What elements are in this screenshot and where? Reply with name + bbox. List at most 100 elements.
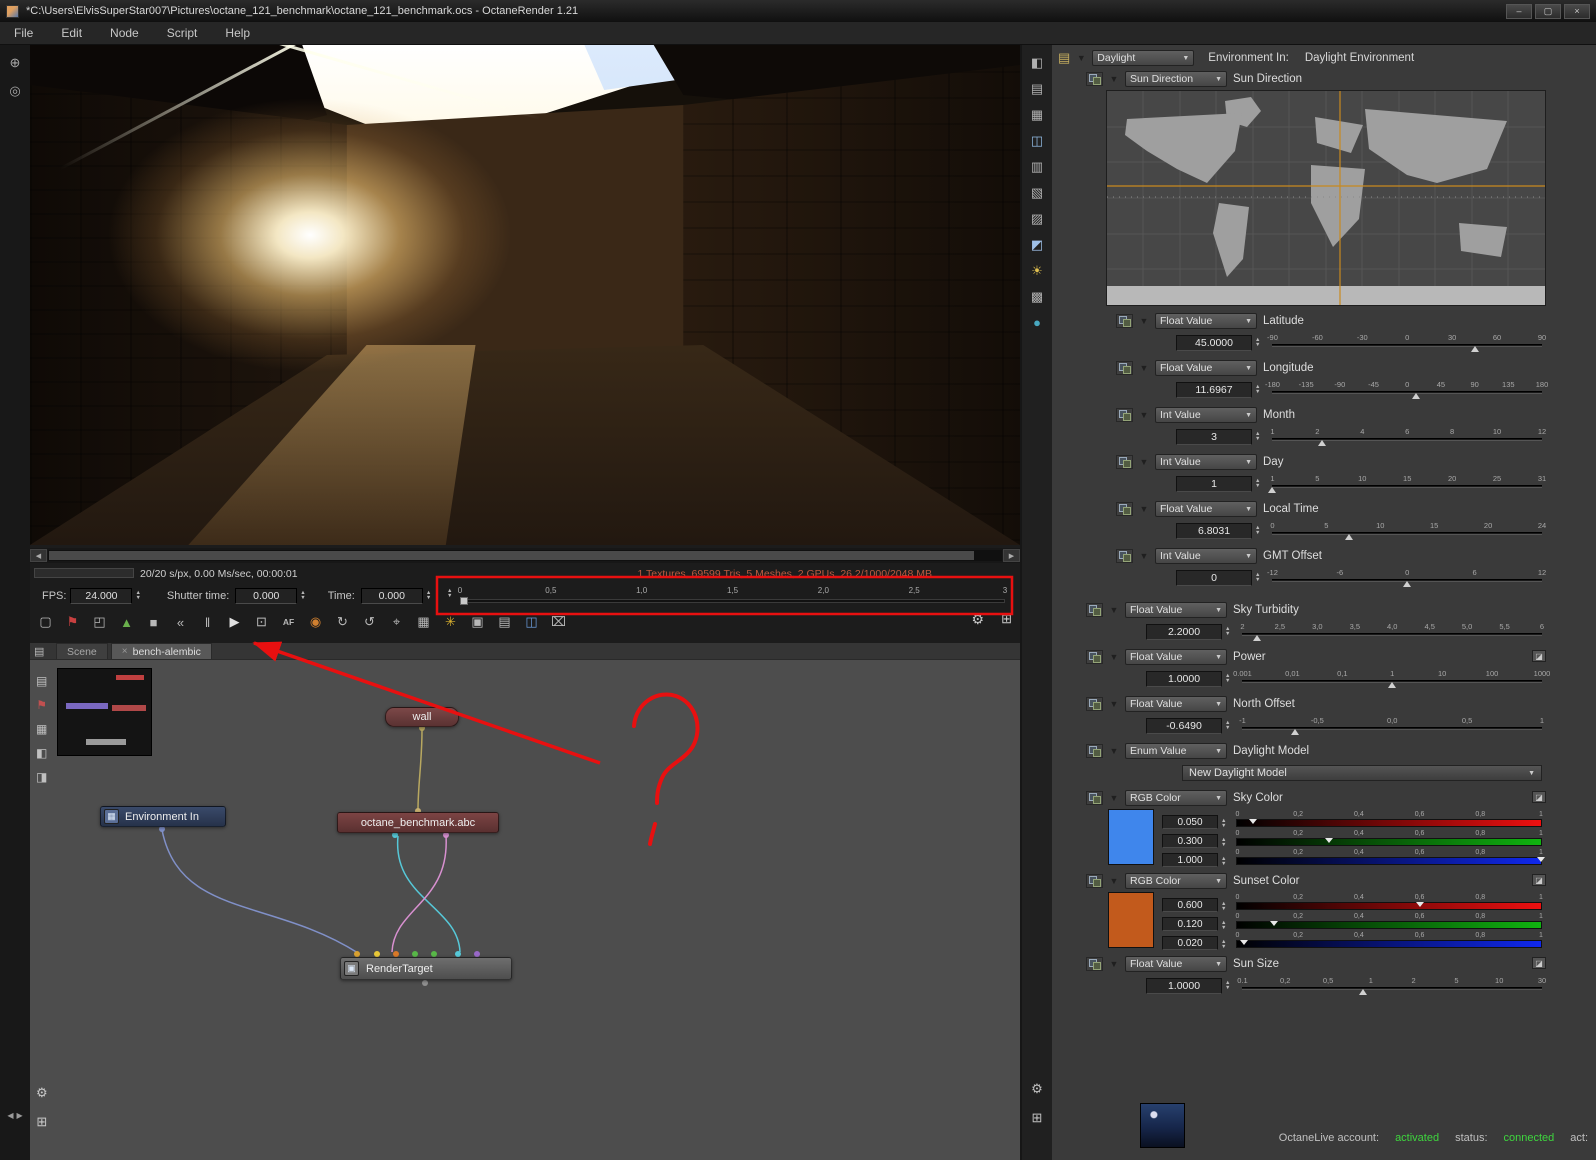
color-swatch[interactable]	[1108, 809, 1154, 865]
slider-handle[interactable]	[1291, 729, 1300, 735]
param-value-field[interactable]: 1.0000	[1146, 978, 1222, 994]
node-link-icon[interactable]	[1086, 744, 1103, 758]
spinner-icon[interactable]: ▲ ▼	[1225, 673, 1230, 684]
slider-handle[interactable]	[1359, 989, 1368, 995]
timeline-track[interactable]	[460, 599, 1005, 603]
paste-icon[interactable]: ▤	[495, 612, 514, 632]
spinner-icon[interactable]: ▲ ▼	[1221, 901, 1226, 912]
node-link-icon[interactable]	[1086, 650, 1103, 664]
param-type-dropdown[interactable]: Float Value ▼	[1125, 602, 1227, 618]
delete-icon[interactable]: ⌧	[549, 612, 568, 632]
stop-icon[interactable]: ■	[144, 612, 163, 632]
slider-handle[interactable]	[1415, 902, 1424, 907]
next-panel-icon[interactable]: ▶	[17, 1111, 23, 1120]
render-restart-icon[interactable]: ▲	[117, 612, 136, 632]
display-icon[interactable]: ⊡	[252, 612, 271, 632]
wrench-icon[interactable]: ⚙	[971, 611, 984, 628]
timeline-ruler[interactable]: 0 0,5 1,0 1,5 2,0 2,5 3	[458, 586, 1007, 608]
texture-icon[interactable]: ▨	[1031, 211, 1043, 227]
channel-value-field[interactable]: 0.120	[1162, 917, 1218, 931]
node-link-icon[interactable]	[1116, 549, 1133, 563]
effects-icon[interactable]: ✳	[441, 612, 460, 632]
timeline-spinner-icon[interactable]: ▲ ▼	[447, 588, 452, 599]
node-link-icon[interactable]	[1086, 957, 1103, 971]
menu-node[interactable]: Node	[110, 26, 139, 40]
maximize-button[interactable]: ▢	[1535, 3, 1561, 19]
param-type-dropdown[interactable]: Float Value ▼	[1155, 501, 1257, 517]
pause-icon[interactable]: ‖	[198, 612, 217, 632]
menu-edit[interactable]: Edit	[61, 26, 82, 40]
param-value-field[interactable]: 3	[1176, 429, 1252, 445]
render-viewport[interactable]	[30, 45, 1020, 545]
param-type-dropdown[interactable]: Int Value ▼	[1155, 548, 1257, 564]
gallery-icon[interactable]: ◫	[1031, 133, 1043, 149]
channel-red-slider[interactable]: 0 0,2 0,4 0,6 0,8 1	[1236, 894, 1543, 910]
channel-value-field[interactable]: 1.000	[1162, 853, 1218, 867]
time-field[interactable]: 0.000	[360, 588, 423, 604]
node-link-icon[interactable]	[1086, 72, 1103, 86]
refresh-icon[interactable]: ↻	[333, 612, 352, 632]
channel-blue-slider[interactable]: 0 0,2 0,4 0,6 0,8 1	[1236, 849, 1545, 865]
collapse-arrow-icon[interactable]: ▼	[1139, 457, 1149, 467]
param-type-dropdown[interactable]: Int Value ▼	[1155, 407, 1257, 423]
collapse-arrow-icon[interactable]: ▼	[1139, 551, 1149, 561]
node-link-icon[interactable]	[1116, 502, 1133, 516]
slider-handle[interactable]	[1403, 581, 1412, 587]
collapse-arrow-icon[interactable]: ▼	[1076, 53, 1086, 63]
param-type-dropdown[interactable]: Float Value ▼	[1155, 360, 1257, 376]
image-icon[interactable]: ◫	[522, 612, 541, 632]
channel-value-field[interactable]: 0.050	[1162, 815, 1218, 829]
prev-panel-icon[interactable]: ◀	[7, 1111, 13, 1120]
expand-icon[interactable]: ⊞	[1001, 611, 1012, 627]
mesh-icon[interactable]: ▥	[1031, 159, 1043, 175]
shutter-spinner-icon[interactable]: ▲ ▼	[300, 590, 305, 601]
channel-value-field[interactable]: 0.300	[1162, 834, 1218, 848]
node-link-icon[interactable]	[1086, 791, 1103, 805]
slider-handle[interactable]	[1470, 346, 1479, 352]
world-map[interactable]	[1106, 90, 1546, 306]
spinner-icon[interactable]: ▲ ▼	[1225, 980, 1230, 991]
slider-handle[interactable]	[1248, 819, 1257, 824]
wrench-icon[interactable]: ⚙	[36, 1085, 48, 1101]
spinner-icon[interactable]: ▲ ▼	[1221, 818, 1226, 829]
node-link-icon[interactable]	[1116, 361, 1133, 375]
close-button[interactable]: ×	[1564, 3, 1590, 19]
slider-handle[interactable]	[1388, 682, 1397, 688]
play-icon[interactable]: ▶	[225, 612, 244, 632]
param-value-field[interactable]: 6.8031	[1176, 523, 1252, 539]
film-icon[interactable]: ▦	[1031, 107, 1043, 123]
spinner-icon[interactable]: ▲ ▼	[1255, 384, 1260, 395]
materials-icon[interactable]: ▧	[1031, 185, 1043, 201]
param-slider[interactable]: -1 -0,5 0,0 0,5 1	[1239, 715, 1544, 737]
param-value-field[interactable]: 0	[1176, 570, 1252, 586]
tab-bench-alembic[interactable]: × bench-alembic	[110, 643, 212, 659]
node-link-icon[interactable]	[1086, 874, 1103, 888]
node-render-target[interactable]: ▣ RenderTarget	[340, 957, 512, 980]
param-type-dropdown[interactable]: Float Value ▼	[1125, 649, 1227, 665]
param-slider[interactable]: 0.1 0,2 0,5 1 2 5 10 30	[1237, 975, 1546, 997]
spinner-icon[interactable]: ▲ ▼	[1225, 720, 1230, 731]
collapse-arrow-icon[interactable]: ▼	[1109, 793, 1119, 803]
param-type-dropdown[interactable]: Int Value ▼	[1155, 454, 1257, 470]
preview-toggle-icon[interactable]: ◪	[1532, 791, 1546, 803]
enum-value-select[interactable]: New Daylight Model ▼	[1182, 765, 1542, 781]
reset-icon[interactable]: ↺	[360, 612, 379, 632]
channel-value-field[interactable]: 0.600	[1162, 898, 1218, 912]
param-type-dropdown[interactable]: RGB Color ▼	[1125, 873, 1227, 889]
tab-list-icon[interactable]: ▤	[34, 645, 44, 658]
node-link-icon[interactable]	[1086, 697, 1103, 711]
collapse-arrow-icon[interactable]: ▼	[1109, 74, 1119, 84]
node-graph-canvas[interactable]: ▤ ⚑ ▦ ◧ ◨ wall octane_benchmark.abc ▦ En…	[30, 660, 1020, 1160]
slider-handle[interactable]	[1324, 838, 1333, 843]
expand-icon[interactable]: ⊞	[1032, 1110, 1043, 1126]
param-value-field[interactable]: 11.6967	[1176, 382, 1252, 398]
param-value-field[interactable]: -0.6490	[1146, 718, 1222, 734]
scroll-left-icon[interactable]: ◀	[30, 549, 47, 562]
screenshot-icon[interactable]: ◧	[1031, 55, 1043, 71]
zoom-tool-icon[interactable]: ◎	[9, 83, 20, 99]
slider-handle[interactable]	[1268, 487, 1277, 493]
slider-handle[interactable]	[1253, 635, 1262, 641]
spinner-icon[interactable]: ▲ ▼	[1255, 478, 1260, 489]
channel-blue-slider[interactable]: 0 0,2 0,4 0,6 0,8 1	[1236, 932, 1543, 948]
image-icon[interactable]: ◩	[1031, 237, 1043, 253]
